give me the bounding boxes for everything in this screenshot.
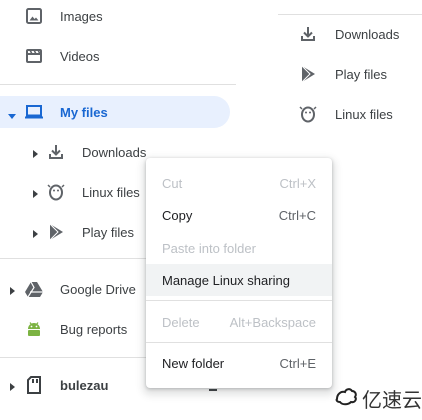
divider bbox=[0, 357, 146, 358]
context-menu: Cut Ctrl+X Copy Ctrl+C Paste into folder… bbox=[146, 158, 332, 388]
menu-separator bbox=[146, 300, 332, 301]
sidebar-item-play-files[interactable]: Play files bbox=[0, 216, 146, 248]
sidebar-item-downloads[interactable]: Downloads bbox=[0, 136, 146, 168]
sidebar-item-my-files[interactable]: My files bbox=[0, 96, 230, 128]
sidebar-item-google-drive[interactable]: Google Drive bbox=[0, 273, 146, 305]
menu-item-copy[interactable]: Copy Ctrl+C bbox=[146, 199, 332, 231]
play-icon bbox=[299, 65, 317, 83]
divider bbox=[278, 14, 422, 15]
file-item-downloads[interactable]: Downloads bbox=[278, 18, 422, 50]
watermark-text: 亿速云 bbox=[362, 387, 422, 412]
watermark-logo-icon bbox=[334, 385, 358, 412]
menu-item-manage-linux-sharing[interactable]: Manage Linux sharing bbox=[146, 264, 332, 296]
menu-item-shortcut: Ctrl+C bbox=[278, 208, 316, 223]
menu-item-label: New folder bbox=[162, 356, 225, 371]
menu-item-delete[interactable]: Delete Alt+Backspace bbox=[146, 306, 332, 338]
play-icon bbox=[47, 223, 65, 241]
expand-arrow-icon[interactable] bbox=[8, 108, 16, 119]
menu-item-cut[interactable]: Cut Ctrl+X bbox=[146, 167, 332, 199]
sidebar-item-linux-files[interactable]: Linux files bbox=[0, 176, 146, 208]
sidebar-item-label: Images bbox=[60, 8, 103, 24]
collapse-arrow-icon[interactable] bbox=[31, 147, 39, 158]
divider bbox=[0, 84, 236, 85]
menu-item-shortcut: Ctrl+E bbox=[279, 356, 316, 371]
file-item-label: Linux files bbox=[335, 106, 393, 122]
drive-icon bbox=[25, 280, 43, 298]
android-icon bbox=[25, 320, 43, 338]
menu-item-label: Cut bbox=[162, 176, 183, 191]
sidebar-item-bug-reports[interactable]: Bug reports bbox=[0, 313, 146, 345]
sidebar-item-label: Play files bbox=[82, 224, 135, 240]
sidebar-item-label: Videos bbox=[60, 48, 100, 64]
menu-item-label: Delete bbox=[162, 315, 200, 330]
download-icon bbox=[299, 25, 317, 43]
sidebar-item-videos[interactable]: Videos bbox=[0, 40, 240, 72]
sidebar-item-label: Linux files bbox=[82, 184, 140, 200]
sidebar-item-label: My files bbox=[60, 104, 108, 120]
menu-item-paste-into-folder[interactable]: Paste into folder bbox=[146, 232, 332, 264]
collapse-arrow-icon[interactable] bbox=[31, 187, 39, 198]
sidebar-item-label: Google Drive bbox=[60, 281, 136, 297]
menu-separator bbox=[146, 342, 332, 343]
collapse-arrow-icon[interactable] bbox=[31, 227, 39, 238]
sidebar-item-label: Bug reports bbox=[60, 321, 128, 337]
file-item-play-files[interactable]: Play files bbox=[278, 58, 422, 90]
sidebar-item-label: bulezau bbox=[60, 377, 109, 393]
penguin-icon bbox=[47, 183, 65, 201]
watermark: 亿速云 bbox=[334, 384, 422, 412]
usb-drive-icon bbox=[25, 376, 43, 394]
file-item-linux-files[interactable]: Linux files bbox=[278, 98, 422, 130]
menu-item-shortcut: Alt+Backspace bbox=[229, 315, 316, 330]
sidebar-item-label: Downloads bbox=[82, 144, 147, 160]
laptop-icon bbox=[25, 103, 43, 121]
download-icon bbox=[47, 143, 65, 161]
collapse-arrow-icon[interactable] bbox=[8, 380, 16, 391]
file-item-label: Downloads bbox=[335, 26, 400, 42]
collapse-arrow-icon[interactable] bbox=[8, 284, 16, 295]
menu-item-label: Manage Linux sharing bbox=[162, 273, 290, 288]
file-item-label: Play files bbox=[335, 66, 388, 82]
sidebar-item-bulezau[interactable]: bulezau bbox=[0, 369, 146, 401]
eject-icon[interactable] bbox=[209, 389, 217, 391]
menu-item-label: Copy bbox=[162, 208, 193, 223]
menu-item-label: Paste into folder bbox=[162, 241, 256, 256]
menu-item-new-folder[interactable]: New folder Ctrl+E bbox=[146, 347, 332, 379]
image-icon bbox=[25, 7, 43, 25]
divider bbox=[0, 258, 146, 259]
video-icon bbox=[25, 47, 43, 65]
penguin-icon bbox=[299, 105, 317, 123]
menu-item-shortcut: Ctrl+X bbox=[279, 176, 316, 191]
sidebar-item-images[interactable]: Images bbox=[0, 0, 240, 32]
